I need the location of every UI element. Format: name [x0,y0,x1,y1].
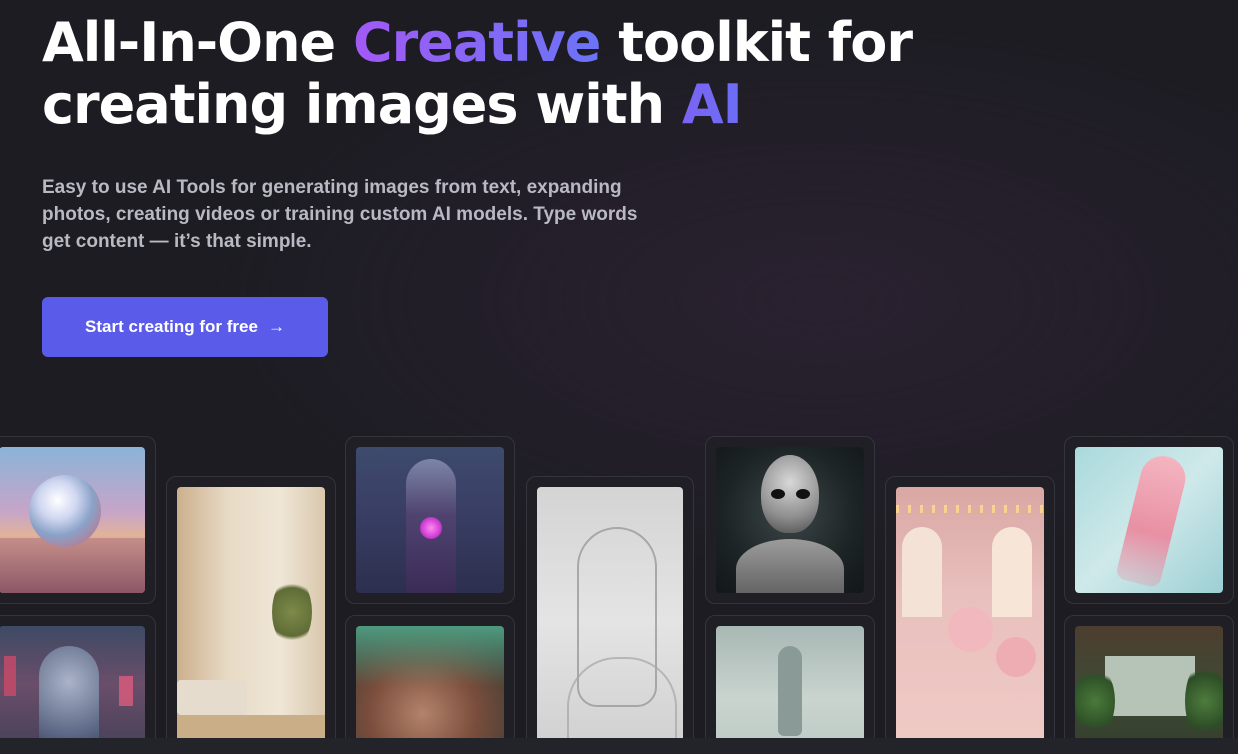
bottom-bar [0,738,1238,754]
gallery-card-greenhouse[interactable] [1064,615,1234,754]
cta-label: Start creating for free [85,317,258,336]
gallery-card-alien-bust[interactable] [705,436,875,604]
gallery-image-neon-cyborg [0,626,145,754]
page-title: All-In-One Creative toolkit for creating… [42,12,942,136]
gallery-card-misty-figure[interactable] [705,615,875,754]
gallery-card-wire-head[interactable] [526,476,694,754]
arrow-right-icon: → [267,317,285,336]
headline-accent-ai: AI [681,73,743,136]
gallery-image-wire-head [537,487,683,754]
headline-text-3: creating images with [42,73,682,136]
gallery-card-neon-cyborg[interactable] [0,615,156,754]
gallery-image-pink-room [896,487,1044,754]
gallery-card-crystal-sphere[interactable] [0,436,156,604]
hero-section: All-In-One Creative toolkit for creating… [42,12,942,136]
gallery-card-pink-room[interactable] [885,476,1055,754]
start-creating-button[interactable]: Start creating for free → [42,297,328,357]
gallery-card-glitter-face[interactable] [345,615,515,754]
gallery-image-greenhouse [1075,626,1223,754]
gallery-image-glitter-face [356,626,504,754]
gallery-image-crystal-sphere [0,447,145,593]
gallery-image-misty-figure [716,626,864,754]
headline-text-1: All-In-One [42,11,353,74]
gallery-image-xray-runner [1075,447,1223,593]
headline-text-2: toolkit for [600,11,913,74]
headline-accent-creative: Creative [352,11,601,74]
gallery-card-xray-runner[interactable] [1064,436,1234,604]
hero-subtitle: Easy to use AI Tools for generating imag… [42,177,638,252]
gallery-card-bedroom[interactable] [166,476,336,754]
gallery-image-bedroom [177,487,325,754]
gallery-card-robot-heart[interactable] [345,436,515,604]
gallery-image-alien-bust [716,447,864,593]
gallery-image-robot-heart [356,447,504,593]
